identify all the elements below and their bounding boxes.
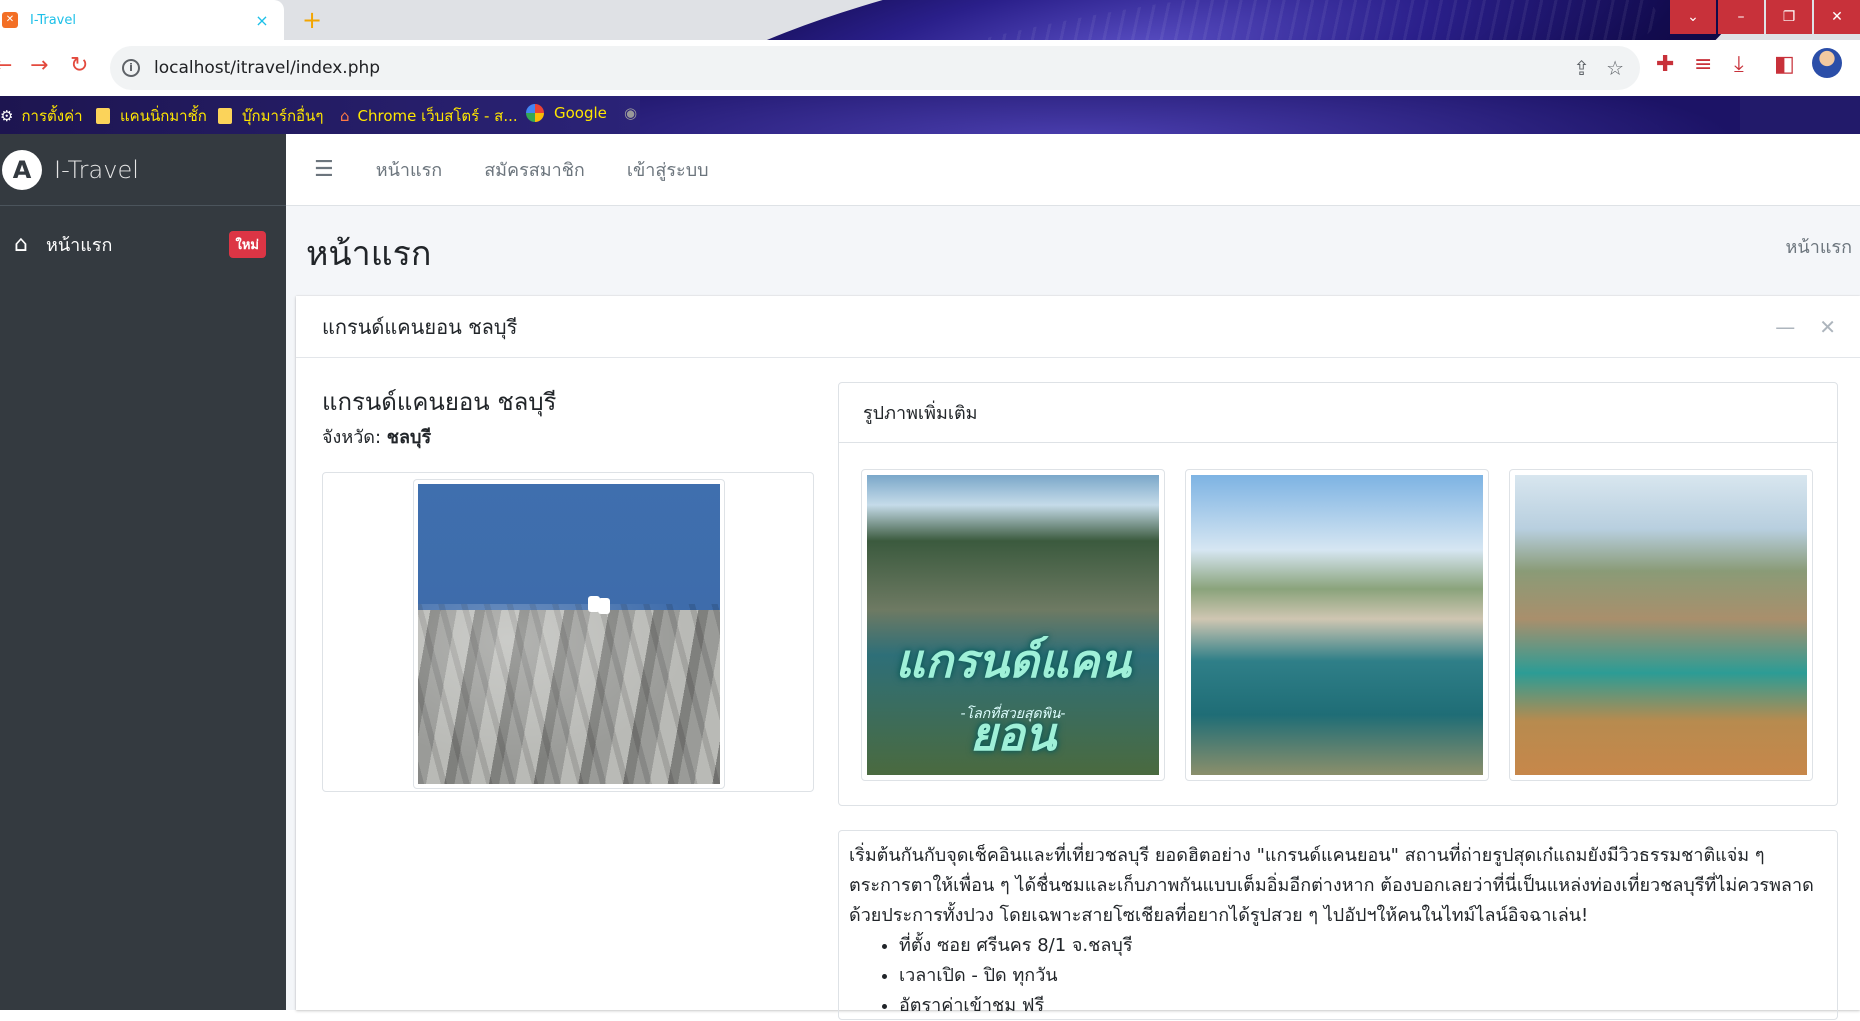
gallery-thumbnail-3[interactable] <box>1509 469 1813 781</box>
sidebar-item-label: หน้าแรก <box>46 234 113 256</box>
gallery-header: รูปภาพเพิ่มเติม <box>839 383 1837 443</box>
bookmark-chrome-store[interactable]: ⌂ Chrome เว็บสโตร์ - ส... <box>340 104 518 128</box>
tab-search-button[interactable]: ⌄ <box>1670 0 1716 34</box>
place-card: แกรนด์แคนยอน ชลบุรี — ✕ แกรนด์แคนยอน ชลบ… <box>296 296 1860 1020</box>
gallery-photo-1: แกรนด์แคนยอน -โลกที่สวยสุดพิน- <box>867 475 1159 775</box>
tab-title: I-Travel <box>30 12 76 28</box>
profile-avatar[interactable] <box>1812 48 1842 78</box>
list-item: ที่ตั้ง ซอย ศรีนคร 8/1 จ.ชลบุรี <box>899 931 1827 961</box>
minimize-button[interactable]: – <box>1718 0 1764 34</box>
bookmark-google[interactable]: Google <box>526 104 607 122</box>
chrome-store-icon: ⌂ <box>340 107 350 125</box>
page-title: หน้าแรก <box>306 234 432 274</box>
card-header: แกรนด์แคนยอน ชลบุรี — ✕ <box>296 296 1860 358</box>
nav-link-login[interactable]: เข้าสู่ระบบ <box>627 155 709 184</box>
back-arrow-icon[interactable]: ← <box>0 53 12 78</box>
home-icon: ⌂ <box>14 231 28 257</box>
details-list: ที่ตั้ง ซอย ศรีนคร 8/1 จ.ชลบุรี เวลาเปิด… <box>899 931 1827 1021</box>
window-controls: ⌄ – ❐ ✕ <box>1668 0 1860 34</box>
menu-toggle-icon[interactable]: ☰ <box>314 157 334 182</box>
share-icon[interactable]: ⇪ <box>1573 56 1590 80</box>
theme-background <box>627 0 1753 40</box>
nav-link-register[interactable]: สมัครสมาชิก <box>484 155 585 184</box>
description-text: เริ่มต้นกันกับจุดเช็คอินและที่เที่ยวชลบุ… <box>849 845 1814 926</box>
folder-icon <box>218 108 232 124</box>
photo-subcaption: -โลกที่สวยสุดพิน- <box>960 706 1066 722</box>
gallery-title: รูปภาพเพิ่มเติม <box>863 403 978 424</box>
new-tab-button[interactable]: + <box>302 6 322 34</box>
list-item: เวลาเปิด - ปิด ทุกวัน <box>899 961 1827 991</box>
main-image-frame[interactable] <box>413 479 725 789</box>
description-box: เริ่มต้นกันกับจุดเช็คอินและที่เที่ยวชลบุ… <box>838 830 1838 1020</box>
gear-icon: ⚙ <box>0 107 14 125</box>
xampp-favicon-icon: ✕ <box>2 12 18 28</box>
browser-tab[interactable]: ✕ I-Travel × <box>0 0 284 40</box>
gallery-card: รูปภาพเพิ่มเติม แกรนด์แคนยอน -โลกที่สวยส… <box>838 382 1838 806</box>
browser-toolbar: ← → ↻ i localhost/itravel/index.php ⇪ ☆ … <box>0 40 1860 96</box>
bookmark-star-icon[interactable]: ☆ <box>1606 56 1624 80</box>
bookmarks-bar: ⚙ การตั้งค่า แคนนิ่กมาชั้ก บุ๊กมาร์กอื่น… <box>0 96 1860 134</box>
collapse-icon[interactable]: — <box>1775 315 1795 339</box>
gallery-thumbnail-2[interactable] <box>1185 469 1489 781</box>
reading-list-icon[interactable]: ≡ <box>1694 52 1712 77</box>
sidebar-item-home[interactable]: ⌂ หน้าแรก ใหม่ <box>8 222 270 266</box>
browser-titlebar: ✕ I-Travel × + ⌄ – ❐ ✕ <box>0 0 1860 40</box>
content-wrapper: หน้าแรก หน้าแรก แกรนด์แคนยอน ชลบุรี — ✕ … <box>286 206 1860 1020</box>
globe-bookmark-icon[interactable]: ◉ <box>624 104 637 122</box>
brand-link[interactable]: A I-Travel <box>0 134 286 206</box>
side-panel-icon[interactable]: ◧ <box>1774 52 1795 77</box>
bookmark-folder-1[interactable]: แคนนิ่กมาชั้ก <box>96 104 207 128</box>
folder-icon <box>96 108 110 124</box>
place-name: แกรนด์แคนยอน ชลบุรี <box>322 388 557 416</box>
forward-arrow-icon[interactable]: → <box>30 53 48 78</box>
province-value: ชลบุรี <box>386 427 432 448</box>
breadcrumb[interactable]: หน้าแรก <box>1786 232 1852 261</box>
sidebar: A I-Travel ⌂ หน้าแรก ใหม่ <box>0 134 286 1010</box>
maximize-button[interactable]: ❐ <box>1766 0 1812 34</box>
close-window-button[interactable]: ✕ <box>1814 0 1860 34</box>
brand-text: I-Travel <box>54 155 139 184</box>
list-item: อัตราค่าเข้าชม ฟรี <box>899 991 1827 1021</box>
url-text[interactable]: localhost/itravel/index.php <box>154 58 1573 78</box>
brand-logo: A <box>2 149 42 190</box>
site-info-icon[interactable]: i <box>122 59 140 77</box>
download-icon[interactable]: ⤓ <box>1734 52 1744 77</box>
gallery-photo-3 <box>1515 475 1807 775</box>
new-badge: ใหม่ <box>228 230 266 258</box>
tab-close-icon[interactable]: × <box>252 11 272 30</box>
address-bar[interactable]: i localhost/itravel/index.php ⇪ ☆ <box>110 46 1640 90</box>
gallery-thumbnail-1[interactable]: แกรนด์แคนยอน -โลกที่สวยสุดพิน- <box>861 469 1165 781</box>
gallery-photo-2 <box>1191 475 1483 775</box>
close-icon[interactable]: ✕ <box>1819 315 1836 339</box>
province: จังหวัด: ชลบุรี <box>322 422 431 451</box>
bookmark-settings[interactable]: ⚙ การตั้งค่า <box>0 104 83 128</box>
province-label: จังหวัด: <box>322 427 382 448</box>
google-icon <box>526 104 544 122</box>
card-title: แกรนด์แคนยอน ชลบุรี <box>322 314 518 339</box>
bookmark-folder-2[interactable]: บุ๊กมาร์กอื่นๆ <box>218 104 323 128</box>
reload-icon[interactable]: ↻ <box>70 53 88 78</box>
photo-caption: แกรนด์แคนยอน <box>895 634 1131 761</box>
main-photo <box>418 484 720 784</box>
main-image-container <box>322 472 814 792</box>
extensions-puzzle-icon[interactable]: ✚ <box>1656 52 1674 77</box>
top-navbar: ☰ หน้าแรก สมัครสมาชิก เข้าสู่ระบบ <box>286 134 1860 206</box>
nav-link-home[interactable]: หน้าแรก <box>376 155 442 184</box>
